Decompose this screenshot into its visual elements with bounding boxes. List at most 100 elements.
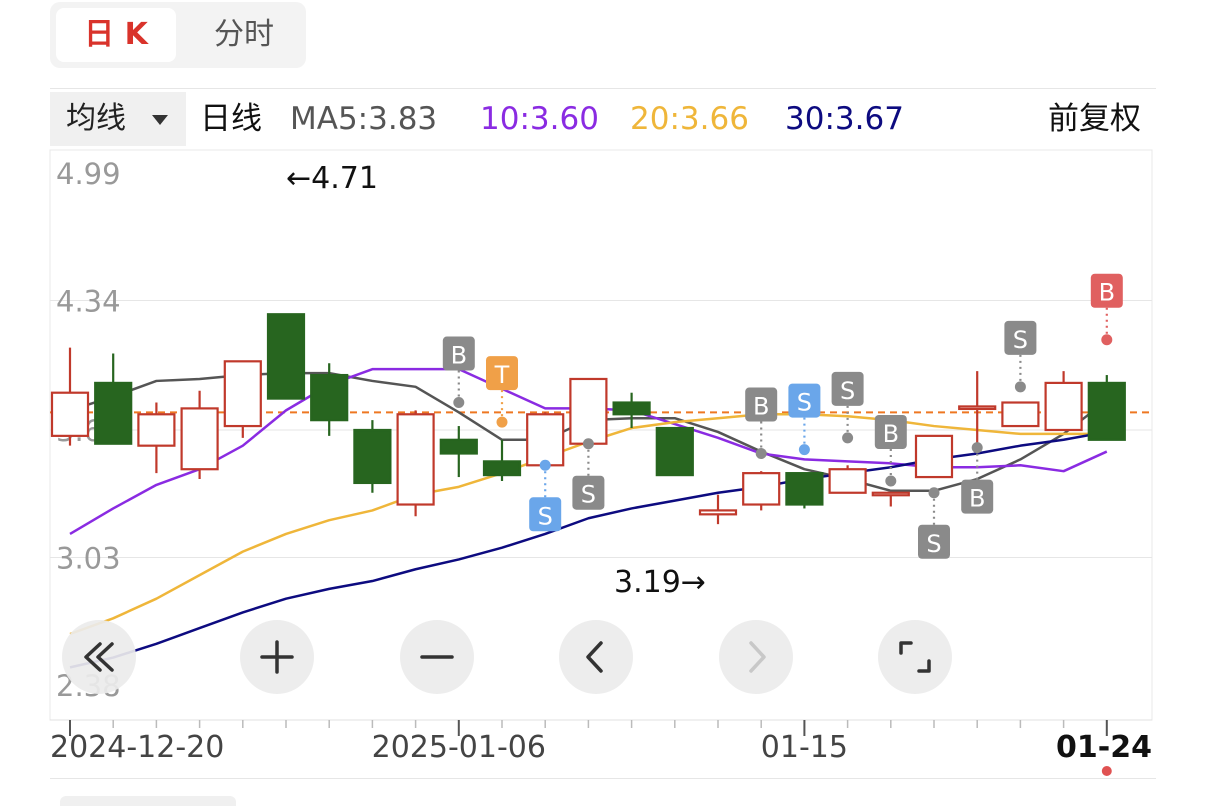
zoom-in-button[interactable] [240,620,314,694]
period-low-label: 3.19→ [614,565,706,600]
candle [526,412,565,468]
candle [50,347,90,446]
candle [958,371,997,448]
candle-up-body [137,413,176,447]
marker-dot [971,442,983,454]
fast-backward-button[interactable] [62,620,136,694]
trade-marker-b: B [1090,273,1123,346]
marker-dot [885,475,897,487]
candle-up-body [180,407,219,471]
chevron-right-icon [749,641,766,673]
candle [94,353,133,445]
marker-label: T [494,361,510,389]
candle-up-body [396,413,435,506]
bottom-panel-tab [60,796,236,806]
fullscreen-button[interactable] [878,620,952,694]
marker-label: B [753,393,769,421]
y-tick-label: 4.34 [56,285,121,319]
marker-label: S [538,502,553,530]
trade-marker-s: S [831,371,864,444]
marker-label: B [969,485,985,513]
candle [569,377,608,445]
marker-label: S [1013,326,1028,354]
date-tick: 01-15 [760,730,848,765]
double-chevron-left-icon [84,642,114,672]
candle [1044,371,1083,432]
candle-up-body [1001,401,1040,428]
candle-up-body [569,377,608,445]
trade-marker-s: S [788,383,821,456]
divider [50,778,1156,779]
candle [223,360,262,438]
latest-bar-dot [1101,766,1112,776]
candle [655,426,694,477]
candle-down-body [482,460,522,477]
chevron-left-icon [586,641,603,673]
candle-up-body [828,468,867,494]
trade-marker-b: B [961,442,994,514]
candle [396,410,435,517]
candle [914,434,954,479]
plus-icon [260,640,294,674]
trade-marker-s: S [572,438,605,510]
candle [1001,401,1040,428]
candle-down-body [439,438,478,455]
candle [310,363,349,436]
candle-up-body [698,509,738,516]
trade-marker-s: S [529,459,562,532]
candle [266,313,306,400]
trade-marker-b: B [442,336,475,409]
date-tick: 01-24 [1056,730,1152,765]
trade-marker-s: S [1004,320,1037,393]
candle [612,392,651,429]
previous-button[interactable] [559,620,633,694]
candle-down-body [612,401,651,416]
candle [828,465,867,494]
next-button[interactable] [719,620,793,694]
candle [698,494,738,525]
date-tick: 2024-12-20 [50,730,225,765]
date-tick: 2025-01-06 [371,730,546,765]
trade-marker-s: S [918,487,950,559]
candle-up-body [871,491,910,497]
candle-up-body [526,413,565,467]
minus-icon [420,655,454,659]
candle-down-body [353,428,392,485]
candle-up-body [223,360,262,428]
candle-down-body [785,472,824,506]
candle [871,491,910,507]
candle-down-body [266,313,306,400]
marker-dot [539,459,551,471]
period-high-label: ←4.71 [286,161,378,196]
zoom-out-button[interactable] [400,620,474,694]
marker-label: S [840,377,855,405]
trade-marker-t: T [486,356,518,428]
marker-label: B [1099,279,1115,307]
candle-down-body [310,373,349,422]
y-tick-label: 3.03 [56,541,121,575]
candle-up-body [742,472,781,506]
candle-up-body [1044,381,1083,432]
candle-up-body [50,391,90,437]
candle [353,420,392,493]
marker-dot [755,448,767,460]
candle [180,390,219,480]
marker-dot [1014,381,1026,393]
candle-up-body [914,434,954,479]
marker-dot [928,487,940,499]
fullscreen-icon [899,641,931,673]
candle-up-body [958,405,997,411]
marker-dot [842,432,854,444]
marker-dot [582,438,594,450]
marker-label: S [581,481,596,509]
candle [439,426,478,478]
candle [742,471,781,511]
marker-label: S [926,530,941,558]
marker-dot [496,416,508,428]
marker-dot [1101,334,1113,346]
trade-marker-b: B [874,414,907,487]
marker-label: B [451,342,467,370]
candle [137,402,176,474]
marker-label: B [883,420,899,448]
candle-down-body [1087,381,1126,441]
